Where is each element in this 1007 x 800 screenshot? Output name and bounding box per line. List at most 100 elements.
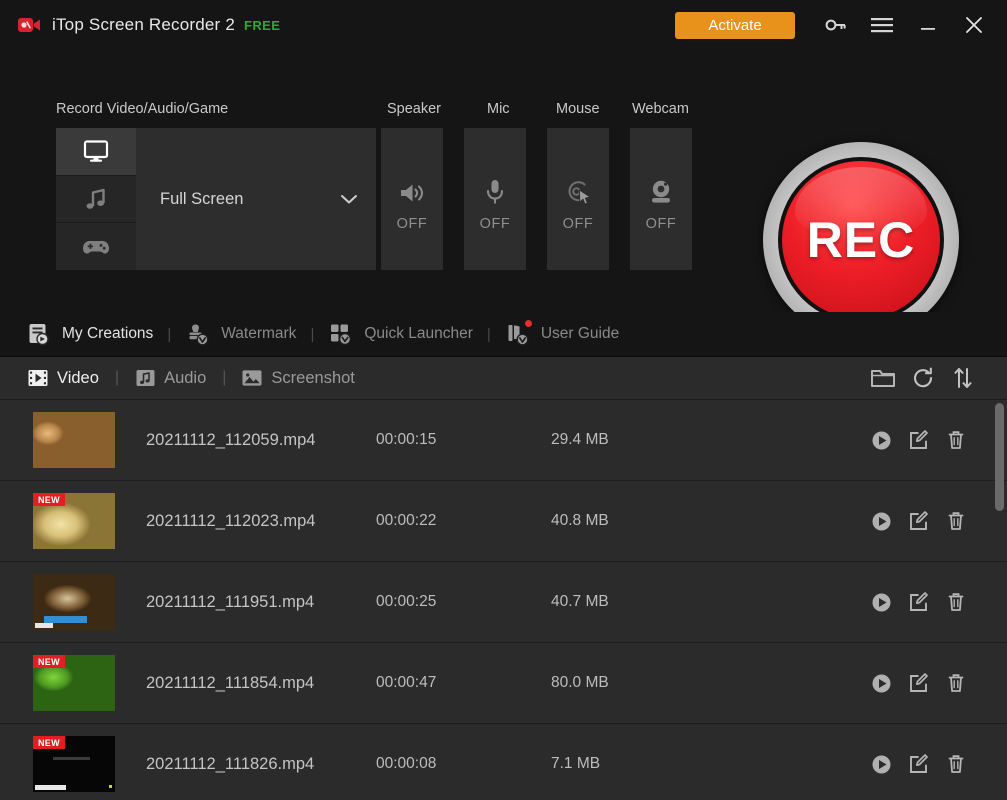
sort-icon[interactable]	[943, 358, 983, 398]
feature-label: User Guide	[540, 325, 620, 342]
edit-icon[interactable]	[900, 746, 937, 783]
minimize-icon[interactable]	[905, 0, 951, 50]
edit-icon[interactable]	[900, 422, 937, 459]
tab-separator: |	[222, 369, 227, 386]
record-button-label: REC	[806, 212, 916, 268]
delete-icon[interactable]	[937, 503, 974, 540]
play-icon[interactable]	[863, 665, 900, 702]
file-size: 7.1 MB	[551, 755, 601, 772]
record-mode-audio[interactable]	[56, 175, 136, 224]
source-select-dropdown[interactable]: Full Screen	[136, 128, 376, 270]
edit-icon[interactable]	[900, 665, 937, 702]
quick-launcher-grid-icon	[328, 321, 354, 347]
record-button[interactable]: REC	[763, 142, 959, 338]
film-strip-icon	[28, 368, 48, 388]
file-list[interactable]: 20211112_112059.mp4 00:00:15 29.4 MB NEW…	[0, 400, 1007, 800]
webcam-icon	[647, 166, 675, 206]
hamburger-menu-icon[interactable]	[859, 0, 905, 50]
app-window: iTop Screen Recorder 2 FREE Activate Rec…	[0, 0, 1007, 800]
feature-label: My Creations	[62, 325, 154, 342]
table-row[interactable]: 20211112_111951.mp4 00:00:25 40.7 MB	[0, 562, 1007, 643]
tab-video[interactable]: Video	[28, 368, 99, 388]
speaker-toggle[interactable]: OFF	[379, 128, 443, 270]
webcam-state: OFF	[645, 216, 677, 232]
delete-icon[interactable]	[937, 746, 974, 783]
record-mode-strip	[56, 128, 136, 271]
feature-user-guide[interactable]: User Guide	[505, 320, 620, 347]
edition-badge: FREE	[244, 17, 281, 33]
file-duration: 00:00:08	[376, 755, 437, 772]
record-button-inner: REC	[778, 157, 944, 323]
feature-quick-launcher[interactable]: Quick Launcher	[328, 321, 473, 347]
row-actions	[863, 584, 974, 621]
open-folder-icon[interactable]	[863, 358, 903, 398]
thumb-overlay-bar	[44, 615, 88, 623]
edit-icon[interactable]	[900, 584, 937, 621]
edit-icon[interactable]	[900, 503, 937, 540]
row-actions	[863, 503, 974, 540]
record-mode-screen[interactable]	[56, 128, 136, 176]
feature-watermark[interactable]: Watermark	[185, 321, 296, 347]
refresh-icon[interactable]	[903, 358, 943, 398]
feature-label: Watermark	[221, 325, 297, 342]
record-source-label: Record Video/Audio/Game	[56, 101, 229, 117]
chevron-down-icon	[340, 193, 358, 205]
webcam-toggle[interactable]: OFF	[628, 128, 692, 270]
music-note-icon	[83, 186, 109, 212]
table-row[interactable]: NEW 20211112_111826.mp4 00:00:08 7.1 MB	[0, 724, 1007, 800]
play-icon[interactable]	[863, 422, 900, 459]
mouse-state: OFF	[562, 216, 594, 232]
file-name: 20211112_111951.mp4	[146, 592, 315, 611]
record-source-box: Full Screen	[56, 128, 376, 271]
file-size: 80.0 MB	[551, 674, 609, 691]
close-icon[interactable]	[951, 0, 997, 50]
feature-label: Quick Launcher	[364, 325, 473, 342]
tab-audio[interactable]: Audio	[135, 368, 206, 388]
activate-button[interactable]: Activate	[675, 11, 795, 39]
play-icon[interactable]	[863, 584, 900, 621]
file-list-scrollbar-thumb[interactable]	[995, 403, 1004, 511]
file-duration: 00:00:25	[376, 593, 437, 610]
mic-state: OFF	[479, 216, 511, 232]
tab-separator: |	[114, 369, 120, 386]
table-row[interactable]: 20211112_112059.mp4 00:00:15 29.4 MB	[0, 400, 1007, 481]
speaker-label: Speaker	[387, 101, 442, 117]
delete-icon[interactable]	[937, 422, 974, 459]
feature-bar: My Creations | Watermark | Quick Launche…	[0, 312, 1007, 356]
image-picture-icon	[242, 368, 262, 388]
table-row[interactable]: NEW 20211112_111854.mp4 00:00:47 80.0 MB	[0, 643, 1007, 724]
table-row[interactable]: NEW 20211112_112023.mp4 00:00:22 40.8 MB	[0, 481, 1007, 562]
file-thumbnail: NEW	[33, 736, 115, 792]
new-badge: NEW	[33, 493, 65, 506]
delete-icon[interactable]	[937, 665, 974, 702]
delete-icon[interactable]	[937, 584, 974, 621]
key-icon[interactable]	[813, 0, 859, 50]
feature-separator: |	[486, 325, 491, 343]
speaker-state: OFF	[396, 216, 428, 232]
new-badge: NEW	[33, 736, 65, 749]
file-size: 40.8 MB	[551, 512, 609, 529]
app-title: iTop Screen Recorder 2	[52, 15, 235, 34]
record-mode-game[interactable]	[56, 223, 136, 271]
mic-toggle[interactable]: OFF	[462, 128, 526, 270]
thumb-text-line	[52, 757, 91, 761]
new-badge: NEW	[33, 655, 65, 668]
play-icon[interactable]	[863, 746, 900, 783]
feature-separator: |	[310, 325, 315, 343]
file-list-scrollbar-track[interactable]	[995, 400, 1004, 800]
record-panel: Record Video/Audio/Game Speaker Mic Mous…	[0, 50, 1007, 338]
mic-label: Mic	[487, 101, 510, 117]
file-thumbnail: NEW	[33, 655, 115, 711]
tab-screenshot[interactable]: Screenshot	[242, 368, 355, 388]
mouse-toggle[interactable]: OFF	[545, 128, 609, 270]
speaker-icon	[397, 166, 427, 206]
tab-label: Video	[57, 368, 99, 387]
gamepad-icon	[81, 236, 111, 258]
feature-separator: |	[167, 325, 172, 343]
row-actions	[863, 665, 974, 702]
file-name: 20211112_112023.mp4	[146, 511, 316, 530]
play-icon[interactable]	[863, 503, 900, 540]
feature-my-creations[interactable]: My Creations	[26, 321, 153, 347]
file-duration: 00:00:15	[376, 431, 437, 448]
file-thumbnail	[33, 574, 115, 630]
